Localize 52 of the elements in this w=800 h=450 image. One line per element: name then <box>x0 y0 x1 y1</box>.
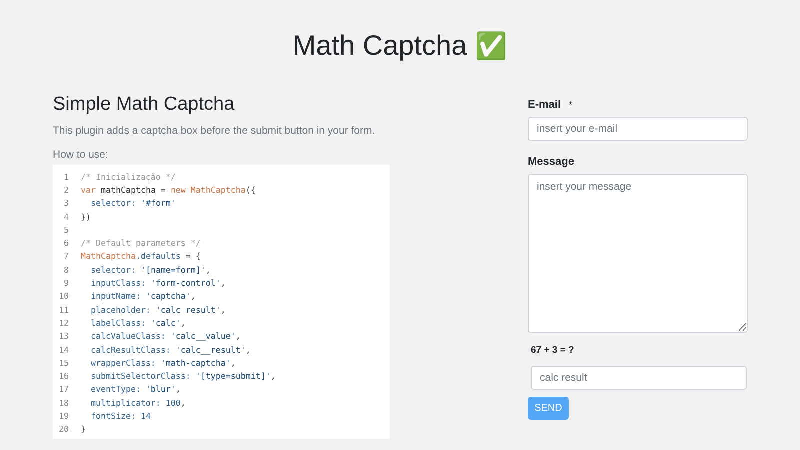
section-heading: Simple Math Captcha <box>53 93 236 117</box>
code-line: wrapperClass: 'math-captcha', <box>90 358 236 368</box>
line-number: 5 <box>63 224 69 235</box>
code-line: var mathCaptcha = new MathCaptcha({ <box>81 184 256 195</box>
line-number: 15 <box>58 358 69 368</box>
send-button[interactable]: SEND <box>528 397 569 420</box>
code-line: /* Default parameters */ <box>81 238 201 248</box>
line-number: 11 <box>58 304 69 315</box>
line-number: 12 <box>58 318 69 328</box>
line-number: 20 <box>58 424 69 434</box>
required-mark: * <box>569 99 573 112</box>
code-line: placeholder: 'calc result', <box>90 304 226 315</box>
code-line: } <box>81 424 86 434</box>
captcha-field[interactable]: calc result <box>531 366 747 390</box>
line-number: 14 <box>58 344 69 354</box>
code-line: multiplicator: 100, <box>90 398 186 408</box>
message-label: Message <box>528 155 574 169</box>
line-number: 19 <box>58 410 69 421</box>
code-line: calcValueClass: 'calc__value', <box>90 331 241 342</box>
line-number: 7 <box>63 251 69 262</box>
code-line: fontSize: 14 <box>90 410 151 421</box>
line-number: 9 <box>63 278 69 288</box>
code-line: eventType: 'blur', <box>90 384 181 394</box>
line-number: 16 <box>58 371 69 382</box>
code-line: inputClass: 'form-control', <box>90 278 226 288</box>
code-line: selector: '[name=form]', <box>90 264 211 275</box>
check-emoji: ✅ <box>475 30 508 62</box>
code-line: submitSelectorClass: '[type=submit]', <box>90 371 276 382</box>
code-line: /* Inicialização */ <box>81 172 176 182</box>
code-line: inputName: 'captcha', <box>90 291 196 302</box>
line-number: 1 <box>63 172 69 182</box>
line-number: 17 <box>58 384 69 394</box>
line-number: 4 <box>63 212 69 222</box>
line-number: 10 <box>58 291 69 302</box>
code-line: labelClass: 'calc', <box>90 318 186 328</box>
line-number: 2 <box>63 184 69 195</box>
code-line: selector: '#form' <box>90 198 176 208</box>
message-field[interactable]: insert your message <box>528 174 748 333</box>
how-to-label: How to use: <box>53 148 110 162</box>
line-number: 3 <box>63 198 69 208</box>
code-line: MathCaptcha.defaults = { <box>81 251 201 262</box>
line-number: 13 <box>58 331 69 342</box>
line-number: 8 <box>63 264 69 275</box>
captcha-question: 67 + 3 = ? <box>531 345 574 356</box>
line-number: 18 <box>58 398 69 408</box>
code-line: calcResultClass: 'calc__result', <box>90 344 251 354</box>
email-label: E-mail <box>528 98 562 112</box>
page-title: Math Captcha <box>292 29 468 63</box>
line-number: 6 <box>63 238 69 248</box>
description-text: This plugin adds a captcha box before the submit button in your form. <box>53 124 376 138</box>
email-field[interactable]: insert your e-mail <box>528 117 748 141</box>
code-line: }) <box>81 212 91 222</box>
